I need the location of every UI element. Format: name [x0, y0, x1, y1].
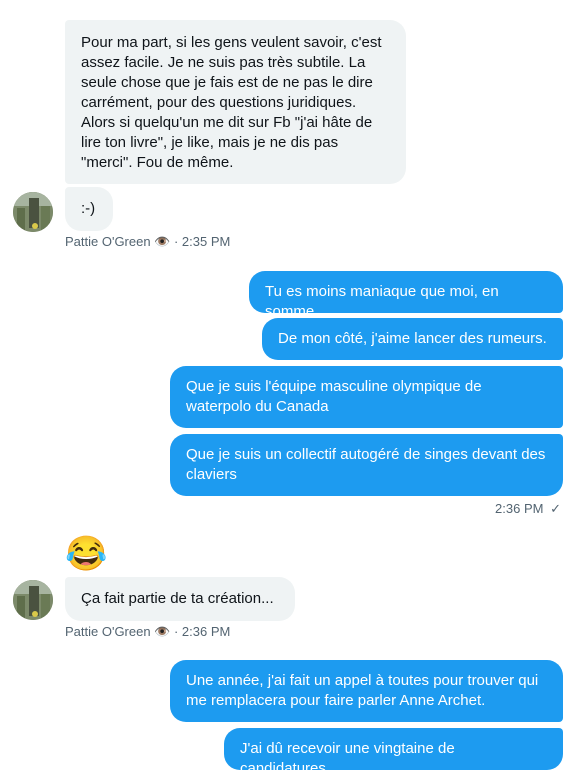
message-text: Une année, j'ai fait un appel à toutes p… — [186, 672, 539, 709]
outgoing-message[interactable]: J'ai dû recevoir une vingtaine de candid… — [224, 728, 563, 777]
outgoing-message[interactable]: Que je suis un collectif autogéré de sin… — [170, 434, 563, 496]
outgoing-message[interactable]: De mon côté, j'aime lancer des rumeurs. — [262, 318, 563, 360]
message-meta: Pattie O'Green 👁️ · 2:35 PM — [65, 234, 231, 249]
message-meta: 2:36 PM ✓ — [495, 501, 561, 516]
message-meta: Pattie O'Green 👁️ · 2:36 PM — [65, 624, 231, 639]
message-text: Ça fait partie de ta création... — [81, 590, 274, 607]
avatar[interactable] — [13, 192, 53, 232]
message-text: Que je suis l'équipe masculine olympique… — [186, 378, 482, 415]
read-check-icon: ✓ — [550, 501, 561, 516]
message-text: :-) — [81, 200, 96, 217]
incoming-message[interactable]: :-) — [65, 187, 113, 231]
message-text: Tu es moins maniaque que moi, en somme — [265, 283, 499, 320]
incoming-message[interactable]: Ça fait partie de ta création... — [65, 577, 295, 621]
profile-photo — [13, 580, 53, 620]
emoji-message[interactable]: 😂 — [65, 534, 107, 574]
profile-photo — [13, 192, 53, 232]
outgoing-message[interactable]: Une année, j'ai fait un appel à toutes p… — [170, 660, 563, 722]
avatar[interactable] — [13, 580, 53, 620]
message-text: Que je suis un collectif autogéré de sin… — [186, 446, 546, 483]
message-text: Pour ma part, si les gens veulent savoir… — [81, 34, 382, 171]
outgoing-message[interactable]: Que je suis l'équipe masculine olympique… — [170, 366, 563, 428]
laughing-emoji-icon: 😂 — [65, 535, 108, 573]
message-text: De mon côté, j'aime lancer des rumeurs. — [278, 330, 547, 347]
incoming-message[interactable]: Pour ma part, si les gens veulent savoir… — [65, 20, 406, 184]
message-text: J'ai dû recevoir une vingtaine de candid… — [240, 740, 455, 777]
outgoing-message[interactable]: Tu es moins maniaque que moi, en somme — [249, 271, 563, 320]
